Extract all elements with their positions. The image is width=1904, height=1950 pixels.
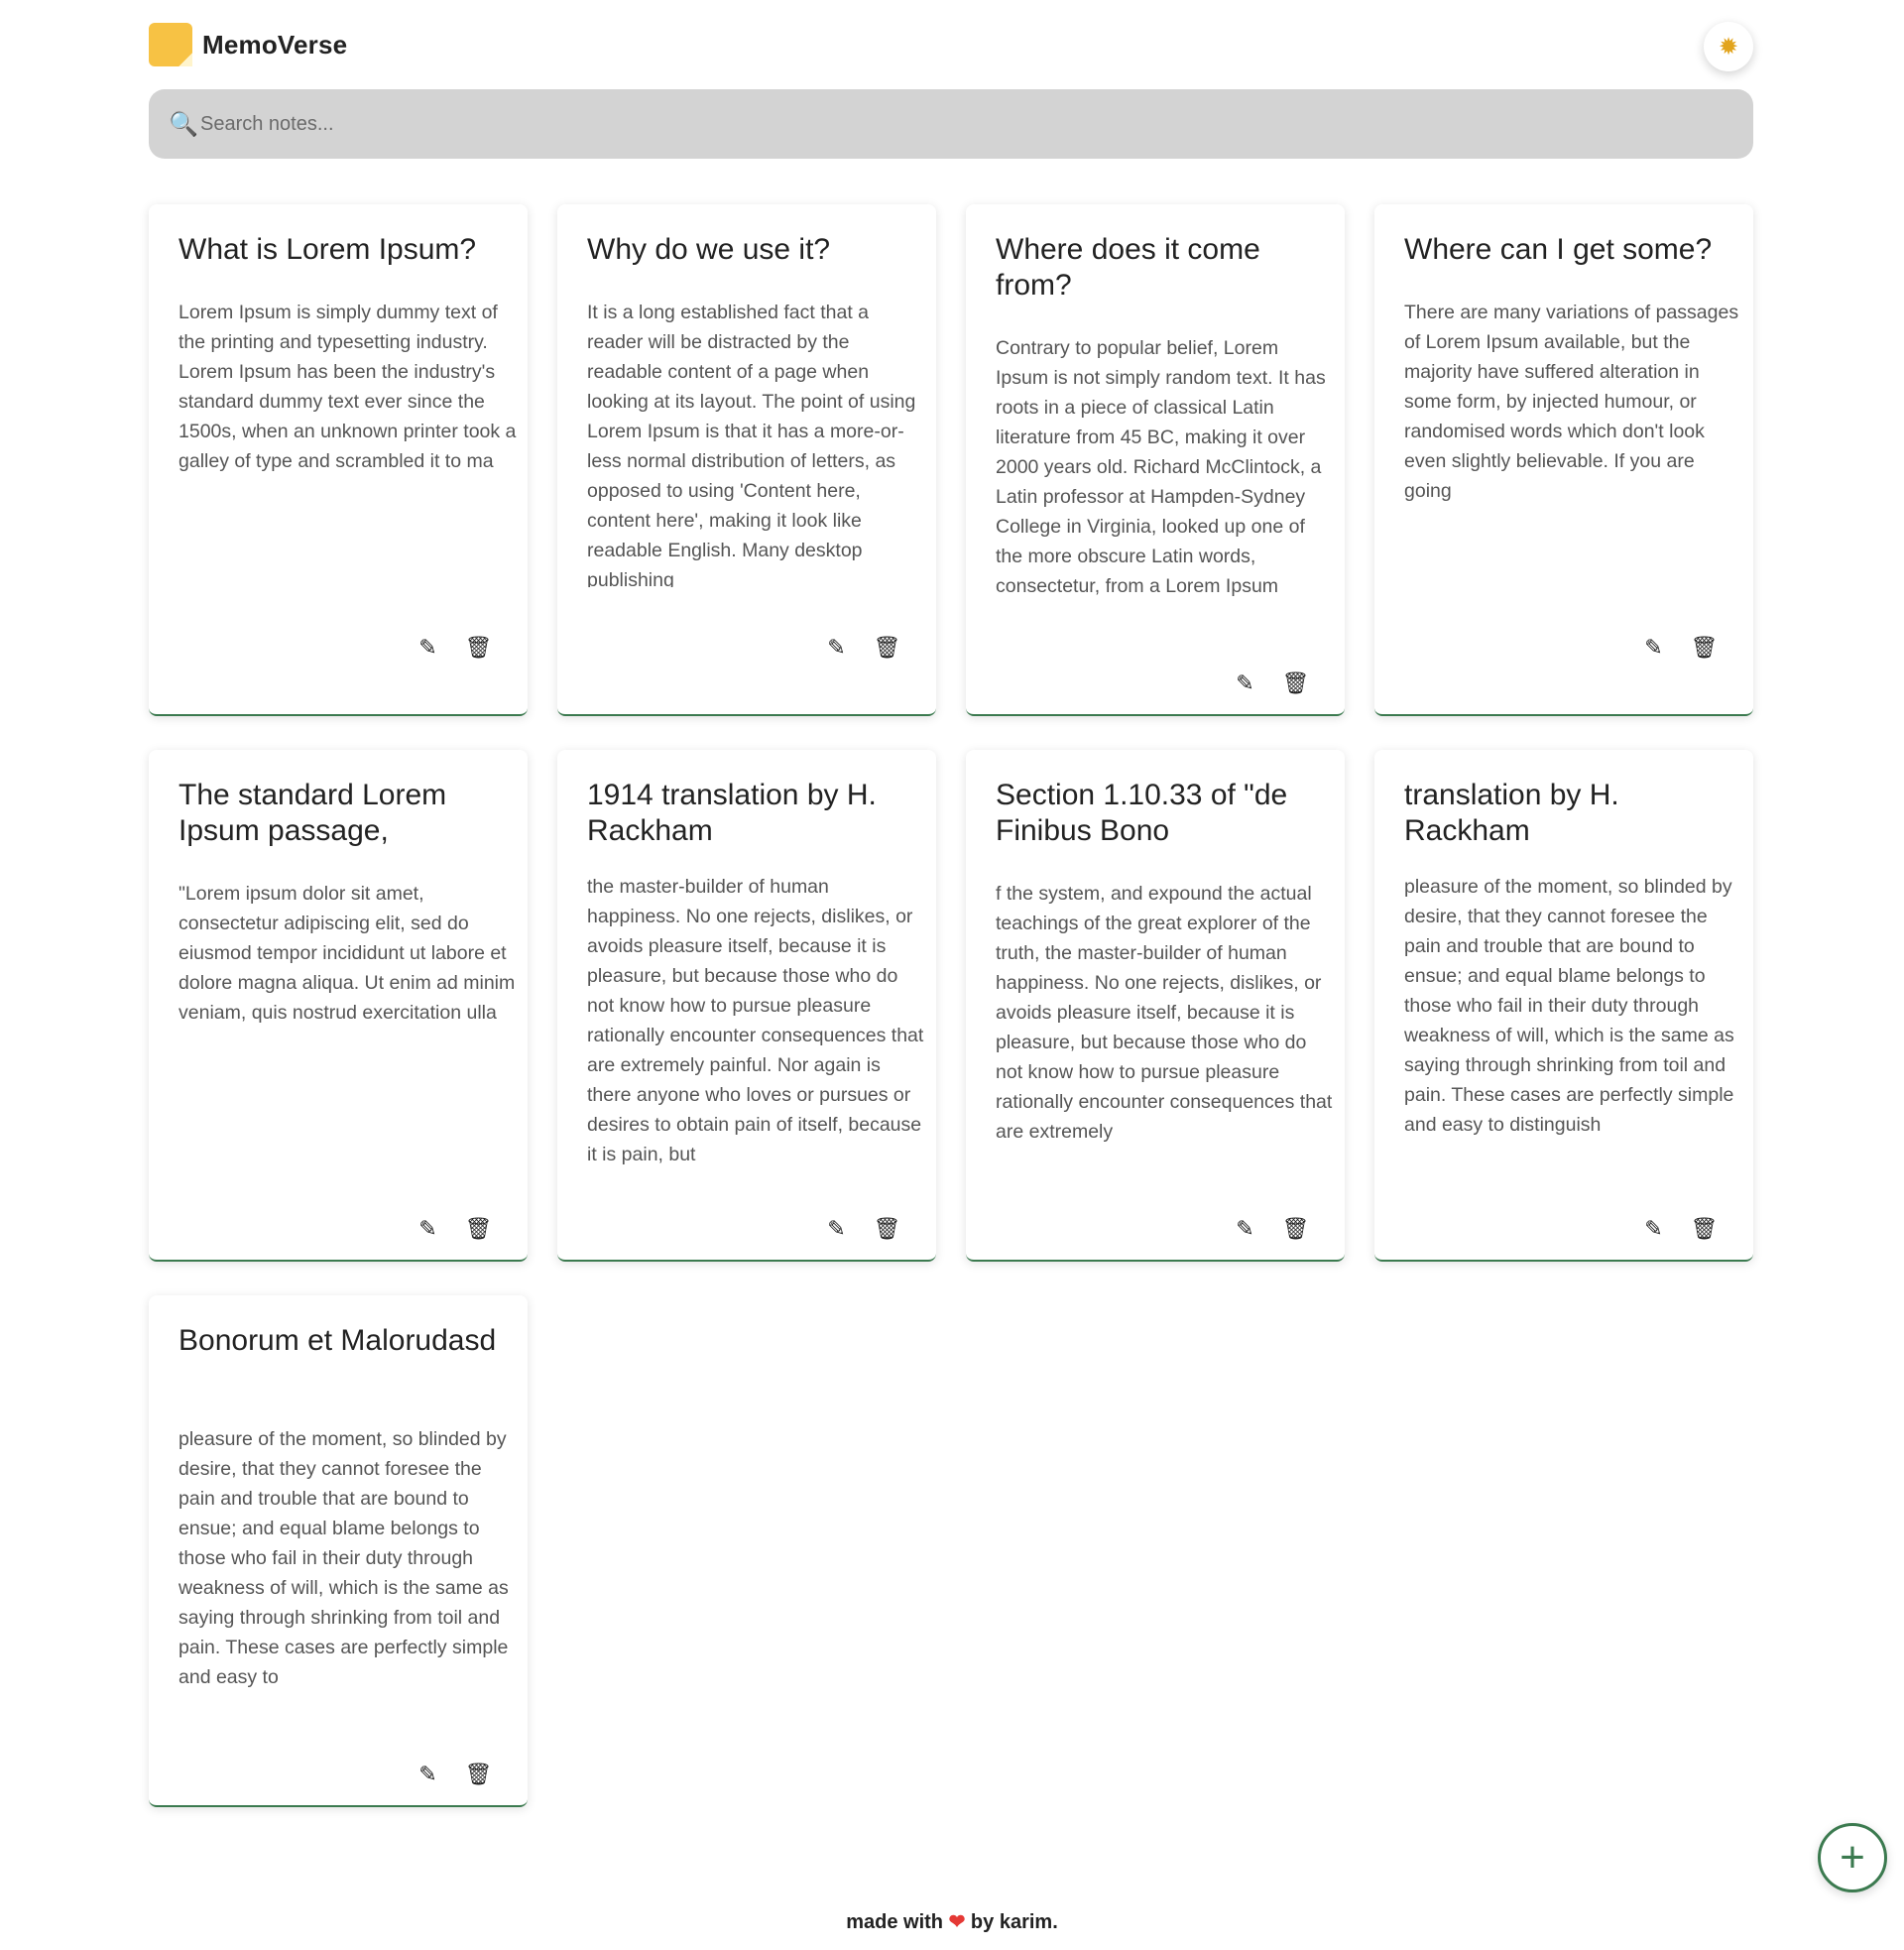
edit-icon[interactable]: ✎ [1640, 1215, 1667, 1242]
trash-icon[interactable]: 🗑 [465, 1761, 493, 1787]
note-title: Where can I get some? [1404, 233, 1713, 266]
edit-icon[interactable]: ✎ [1232, 670, 1258, 696]
note-body: the master-builder of human happiness. N… [587, 876, 924, 1165]
trash-icon[interactable]: 🗑 [1691, 634, 1719, 661]
edit-icon[interactable]: ✎ [1640, 634, 1667, 661]
trash-icon[interactable]: 🗑 [1282, 670, 1310, 696]
edit-icon[interactable]: ✎ [823, 1215, 850, 1242]
note-body: Contrary to popular belief, Lorem Ipsum … [996, 337, 1326, 597]
note-title: Why do we use it? [587, 233, 831, 266]
search-bar: 🔍 [149, 89, 1753, 159]
note-body: There are many variations of passages of… [1404, 302, 1739, 502]
trash-icon[interactable]: 🗑 [874, 634, 901, 661]
edit-icon[interactable]: ✎ [415, 1761, 441, 1787]
app-name: MemoVerse [202, 29, 348, 60]
footer-suffix: by karim. [970, 1911, 1058, 1933]
trash-icon[interactable]: 🗑 [1282, 1215, 1310, 1242]
edit-icon[interactable]: ✎ [823, 634, 850, 661]
plus-icon: + [1840, 1833, 1865, 1882]
note-card[interactable]: Bonorum et Malorudasd pleasure of the mo… [149, 1295, 528, 1807]
edit-icon[interactable]: ✎ [1232, 1215, 1258, 1242]
note-card[interactable]: Where can I get some? There are many var… [1374, 204, 1753, 716]
note-card[interactable]: Why do we use it? It is a long establish… [557, 204, 936, 716]
app-header: MemoVerse ✹ [149, 20, 1753, 83]
note-body: It is a long established fact that a rea… [587, 302, 916, 587]
note-card[interactable]: translation by H. Rackham pleasure of th… [1374, 750, 1753, 1262]
note-title: 1914 translation by H. Rackham [587, 779, 877, 847]
add-note-button[interactable]: + [1818, 1823, 1887, 1892]
note-body: pleasure of the moment, so blinded by de… [178, 1428, 509, 1688]
note-body: "Lorem ipsum dolor sit amet, consectetur… [178, 883, 516, 1024]
note-body: f the system, and expound the actual tea… [996, 883, 1333, 1143]
note-card[interactable]: What is Lorem Ipsum? Lorem Ipsum is simp… [149, 204, 528, 716]
note-title: Bonorum et Malorudasd [178, 1324, 497, 1357]
note-body: Lorem Ipsum is simply dummy text of the … [178, 302, 517, 472]
search-icon: 🔍 [169, 110, 198, 138]
trash-icon[interactable]: 🗑 [1691, 1215, 1719, 1242]
note-card[interactable]: Where does it come from? Contrary to pop… [966, 204, 1345, 716]
search-input[interactable] [200, 112, 1688, 136]
note-title: translation by H. Rackham [1404, 779, 1619, 847]
edit-icon[interactable]: ✎ [415, 634, 441, 661]
heart-icon: ❤ [948, 1911, 966, 1933]
theme-toggle-button[interactable]: ✹ [1704, 22, 1753, 71]
note-title: What is Lorem Ipsum? [178, 233, 477, 266]
sun-icon: ✹ [1718, 33, 1739, 61]
trash-icon[interactable]: 🗑 [465, 634, 493, 661]
note-card[interactable]: The standard Lorem Ipsum passage, "Lorem… [149, 750, 528, 1262]
trash-icon[interactable]: 🗑 [465, 1215, 493, 1242]
note-body: pleasure of the moment, so blinded by de… [1404, 876, 1734, 1136]
note-title: Section 1.10.33 of "de Finibus Bono [996, 779, 1288, 847]
note-title: The standard Lorem Ipsum passage, [178, 779, 447, 847]
trash-icon[interactable]: 🗑 [874, 1215, 901, 1242]
edit-icon[interactable]: ✎ [415, 1215, 441, 1242]
footer-prefix: made with [846, 1911, 944, 1933]
note-card[interactable]: 1914 translation by H. Rackham the maste… [557, 750, 936, 1262]
note-card[interactable]: Section 1.10.33 of "de Finibus Bono f th… [966, 750, 1345, 1262]
footer: made with ❤ by karim. [0, 1909, 1904, 1934]
note-title: Where does it come from? [996, 233, 1260, 302]
note-logo-icon [149, 23, 192, 66]
app-logo: MemoVerse [149, 23, 347, 66]
